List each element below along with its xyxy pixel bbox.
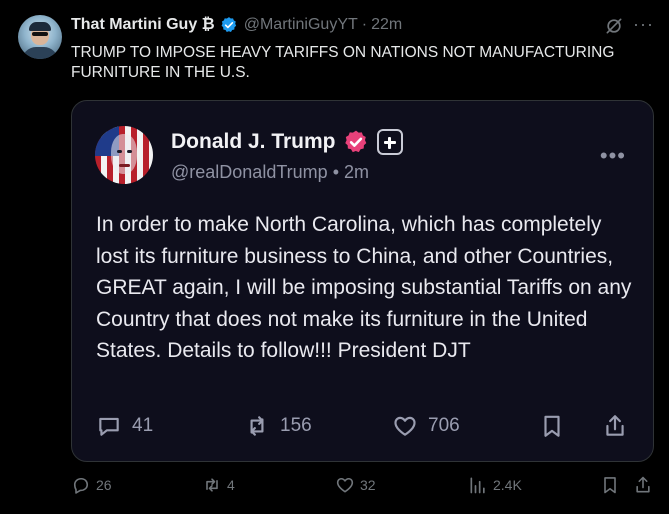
like-icon [336, 477, 354, 493]
dot-separator: · [361, 16, 368, 33]
quoted-post-card[interactable]: Donald J. Trump @realDonaldTrump • 2m ••… [71, 100, 654, 462]
reply-icon [73, 477, 89, 494]
quoted-header: Donald J. Trump [171, 129, 403, 155]
post-header: That Martini Guy ₿ @MartiniGuyYT · 22m [71, 16, 402, 34]
quoted-like-count: 706 [428, 415, 460, 436]
truth-plus-icon [376, 129, 403, 155]
more-icon: ••• [599, 143, 626, 168]
views-button[interactable]: 2.4K [468, 475, 522, 495]
quoted-post-text: In order to make North Carolina, which h… [96, 213, 632, 362]
repost-count: 4 [227, 477, 235, 493]
verified-badge-icon [344, 130, 366, 153]
repost-icon [250, 416, 264, 436]
quoted-author-avatar [95, 126, 153, 184]
author-display-name[interactable]: That Martini Guy ₿ [71, 16, 215, 34]
repost-button[interactable]: 4 [202, 475, 235, 495]
quoted-action-bar: 41 156 706 [72, 413, 653, 449]
reply-count: 26 [96, 477, 112, 493]
verified-badge-icon[interactable] [220, 16, 238, 34]
quoted-handle: @realDonaldTrump [171, 162, 328, 182]
share-icon [606, 415, 624, 436]
reply-button[interactable]: 26 [71, 475, 112, 495]
quoted-repost-stat: 156 [244, 413, 312, 439]
grok-icon[interactable] [604, 16, 624, 36]
like-button[interactable]: 32 [335, 475, 376, 495]
post-action-bar: 26 4 32 2.4K [71, 475, 656, 501]
post-text: TRUMP TO IMPOSE HEAVY TARIFFS ON NATIONS… [71, 44, 615, 81]
more-icon[interactable]: ··· [633, 14, 654, 35]
bookmark-button[interactable] [600, 475, 620, 495]
like-count: 32 [360, 477, 376, 493]
repost-icon [206, 478, 218, 492]
bookmark-icon [544, 415, 560, 437]
quoted-reply-stat: 41 [96, 413, 153, 439]
reply-icon [99, 417, 119, 436]
like-icon [394, 416, 416, 436]
views-count: 2.4K [493, 477, 522, 493]
author-avatar[interactable] [18, 15, 62, 59]
quoted-timestamp: 2m [344, 162, 370, 182]
quoted-like-stat: 706 [392, 413, 460, 439]
share-button[interactable] [633, 475, 653, 495]
dot-separator: • [332, 162, 339, 182]
quoted-repost-count: 156 [280, 415, 312, 436]
quoted-bookmark [539, 413, 565, 439]
bookmark-icon [604, 477, 616, 494]
quoted-handle-row: @realDonaldTrump • 2m [171, 162, 369, 183]
share-icon [636, 476, 650, 493]
quoted-display-name: Donald J. Trump [171, 130, 336, 153]
post-timestamp[interactable]: 22m [371, 16, 402, 34]
author-handle[interactable]: @MartiniGuyYT [244, 16, 358, 34]
quoted-reply-count: 41 [132, 415, 154, 436]
quoted-share [602, 413, 628, 439]
views-icon [470, 477, 485, 494]
